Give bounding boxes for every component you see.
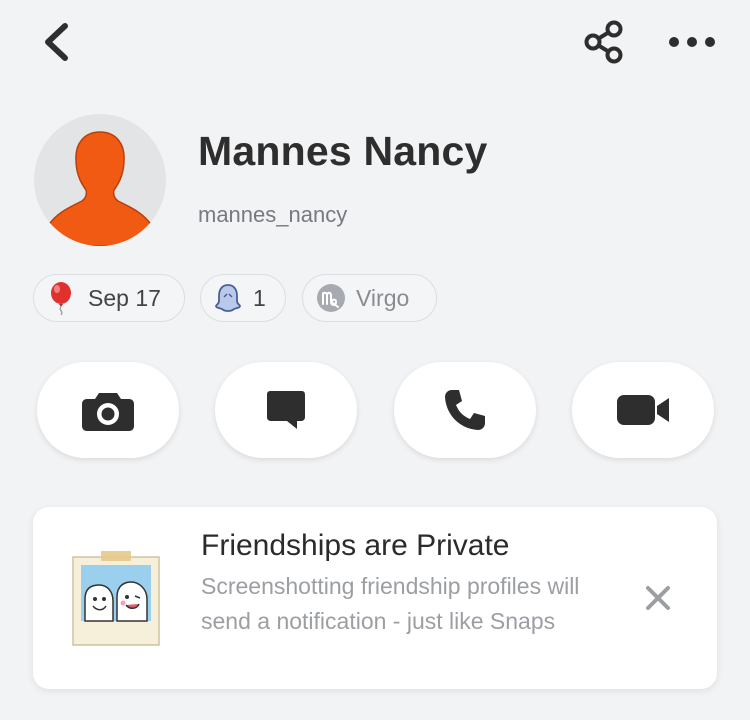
friends-photo-illustration bbox=[71, 549, 163, 647]
ghost-icon bbox=[215, 283, 241, 313]
video-camera-icon bbox=[617, 395, 669, 425]
chat-button[interactable] bbox=[215, 362, 357, 458]
dismiss-notice-button[interactable] bbox=[643, 583, 673, 613]
charms-count: 1 bbox=[253, 284, 266, 311]
camera-icon bbox=[82, 393, 134, 431]
privacy-notice-card: Friendships are Private Screenshotting f… bbox=[33, 507, 717, 689]
share-icon bbox=[584, 20, 623, 64]
video-call-button[interactable] bbox=[572, 362, 714, 458]
virgo-icon bbox=[316, 283, 346, 313]
person-silhouette-avatar bbox=[42, 131, 158, 246]
chat-icon bbox=[267, 391, 305, 429]
username: mannes_nancy bbox=[198, 202, 348, 227]
avatar[interactable] bbox=[34, 114, 166, 246]
call-button[interactable] bbox=[394, 362, 536, 458]
notice-title: Friendships are Private bbox=[201, 529, 510, 562]
chevron-left-icon bbox=[45, 23, 68, 61]
phone-icon bbox=[445, 390, 485, 430]
zodiac-label: Virgo bbox=[356, 284, 410, 311]
balloon-icon bbox=[48, 281, 74, 315]
share-button[interactable] bbox=[580, 18, 628, 66]
birthday-chip[interactable]: Sep 17 bbox=[33, 274, 185, 322]
more-horizontal-icon bbox=[669, 37, 715, 47]
top-bar bbox=[0, 0, 750, 90]
notice-body: Screenshotting friendship profiles will … bbox=[201, 573, 580, 634]
back-button[interactable] bbox=[38, 20, 78, 64]
zodiac-chip[interactable]: Virgo bbox=[302, 274, 437, 322]
more-options-button[interactable] bbox=[664, 24, 720, 60]
close-icon bbox=[646, 586, 670, 610]
snap-camera-button[interactable] bbox=[37, 362, 179, 458]
birthday-label: Sep 17 bbox=[88, 284, 161, 311]
charms-chip[interactable]: 1 bbox=[200, 274, 286, 322]
display-name: Mannes Nancy bbox=[198, 128, 488, 174]
